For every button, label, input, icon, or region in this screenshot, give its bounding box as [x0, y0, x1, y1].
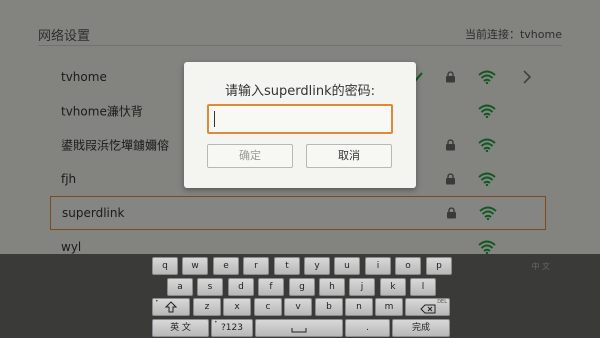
key-e[interactable]: e — [213, 257, 239, 275]
key-h[interactable]: h — [319, 278, 345, 296]
key-u[interactable]: u — [334, 257, 360, 275]
key-l[interactable]: l — [410, 278, 436, 296]
key-b[interactable]: b — [315, 298, 343, 316]
done-key[interactable]: 完成 — [392, 319, 450, 337]
key-f[interactable]: f — [258, 278, 284, 296]
language-switch-key[interactable]: 英 文 — [152, 319, 209, 337]
dialog-title: 请输入superdlink的密码: — [224, 84, 375, 99]
key-s[interactable]: s — [197, 278, 223, 296]
key-v[interactable]: v — [284, 298, 312, 316]
key-o[interactable]: o — [395, 257, 421, 275]
password-input[interactable] — [207, 104, 393, 134]
key-r[interactable]: r — [243, 257, 269, 275]
shift-key[interactable]: • — [152, 298, 190, 316]
space-key[interactable] — [255, 319, 343, 337]
onscreen-keyboard: 中 文 qwertyuiop asdfghjkl zxcvbnm • DEL 英 文… — [0, 254, 600, 338]
space-bar-icon — [291, 328, 307, 333]
key-m[interactable]: m — [375, 298, 403, 316]
key-w[interactable]: w — [182, 257, 208, 275]
confirm-button[interactable]: 确定 — [207, 144, 293, 168]
key-a[interactable]: a — [167, 278, 193, 296]
key-j[interactable]: j — [349, 278, 375, 296]
done-label: 完成 — [411, 323, 430, 333]
key-x[interactable]: x — [223, 298, 251, 316]
symbols-key[interactable]: • ?123 — [211, 319, 253, 337]
delete-hint: DEL — [437, 299, 447, 305]
symbols-label: ?123 — [221, 323, 243, 333]
cancel-button[interactable]: 取消 — [306, 144, 392, 168]
shift-arrow-icon — [165, 301, 177, 313]
key-k[interactable]: k — [380, 278, 406, 296]
key-t[interactable]: t — [274, 257, 300, 275]
key-z[interactable]: z — [193, 298, 221, 316]
delete-key[interactable]: DEL — [405, 298, 450, 316]
password-dialog: 请输入superdlink的密码: 确定 取消 — [184, 62, 416, 188]
key-g[interactable]: g — [289, 278, 315, 296]
language-switch-label: 英 文 — [170, 323, 191, 333]
period-label: . — [366, 323, 369, 333]
key-d[interactable]: d — [228, 278, 254, 296]
key-q[interactable]: q — [152, 257, 178, 275]
key-y[interactable]: y — [304, 257, 330, 275]
period-key[interactable]: . — [345, 319, 390, 337]
keyboard-background-label: 中 文 — [531, 262, 550, 271]
key-p[interactable]: p — [426, 257, 452, 275]
text-cursor — [214, 111, 215, 127]
key-c[interactable]: c — [254, 298, 282, 316]
key-i[interactable]: i — [365, 257, 391, 275]
key-n[interactable]: n — [345, 298, 373, 316]
backspace-icon — [419, 304, 435, 314]
